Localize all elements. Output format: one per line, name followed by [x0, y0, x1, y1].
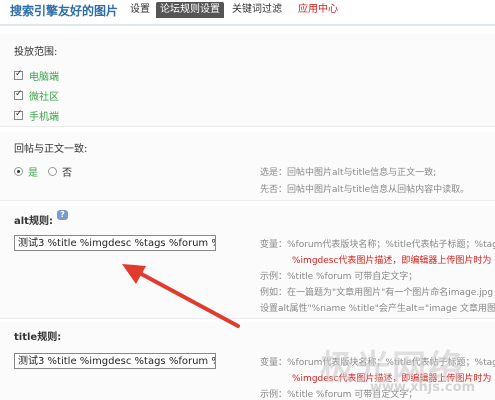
watermark-site: www.xhjs.com — [370, 380, 476, 395]
